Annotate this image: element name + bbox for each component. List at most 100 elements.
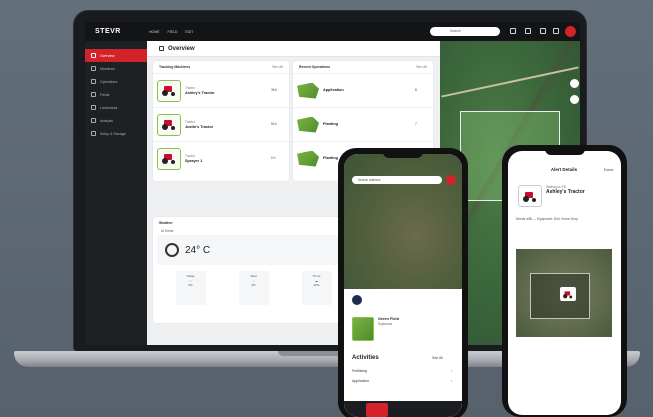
operation-name: Planting — [323, 122, 338, 127]
forecast-info: 0% — [188, 283, 193, 287]
nav-field[interactable]: FIELD — [168, 30, 178, 34]
alert-machine: Waiting on Fill Ashley's Tractor — [546, 185, 585, 194]
phone-notch — [545, 149, 585, 155]
bell-icon[interactable] — [525, 28, 531, 34]
search-input[interactable]: Search address — [352, 176, 442, 184]
forecast-info: 0% — [251, 283, 256, 287]
forecast-day: Thurs ☁ 30% — [301, 271, 332, 305]
field-shape-icon — [297, 150, 319, 167]
menu-icon[interactable] — [159, 46, 164, 51]
machine-name: Justin's Tractor — [185, 124, 214, 129]
operation-info: Planting — [323, 122, 411, 127]
forecast-day: Today ☼ 0% — [175, 271, 206, 305]
machine-value: 36 h — [271, 88, 278, 93]
alert-map[interactable] — [516, 249, 612, 337]
tractor-icon — [157, 113, 181, 136]
top-bar: STEVR HOME FIELD EDIT Search — [85, 22, 580, 41]
operation-value: 8 — [415, 88, 417, 93]
forecast-info: 30% — [313, 283, 320, 287]
activity-row[interactable]: Fertilizing › — [352, 369, 452, 373]
activity-row[interactable]: Application › — [352, 379, 452, 383]
sidebar-item-landmarks[interactable]: Landmarks — [85, 101, 147, 114]
locate-icon[interactable] — [570, 95, 579, 104]
alert-info: Needs refill — Equipment: Drill, Home Sh… — [516, 217, 579, 221]
activities-heading: Activities — [352, 355, 379, 361]
avatar[interactable] — [352, 295, 362, 305]
tab-bar — [344, 401, 462, 417]
tab-home-active[interactable] — [366, 403, 388, 417]
top-nav: HOME FIELD EDIT — [149, 30, 193, 34]
temperature: 24° C — [185, 244, 211, 256]
operation-name: Application — [323, 88, 344, 93]
machine-value: 54 h — [271, 122, 278, 127]
map-road — [441, 66, 579, 98]
panel-header: Recent Operations See All — [293, 61, 433, 73]
chevron-right-icon: › — [450, 379, 452, 383]
record-button[interactable] — [446, 175, 456, 185]
layers-icon[interactable] — [570, 79, 579, 88]
operation-value: 7 — [415, 122, 417, 127]
machine-type: Tractor — [185, 86, 195, 90]
settings-icon[interactable] — [553, 28, 559, 34]
machine-row[interactable]: Tractor Justin's Tractor 54 h — [153, 107, 289, 141]
machine-row[interactable]: Tractor Ashley's Tractor 36 h — [153, 73, 289, 107]
machine-info: Tractor Ashley's Tractor — [185, 86, 267, 95]
tractor-icon — [157, 147, 181, 170]
forecast-day: Wed ☼ 0% — [238, 271, 269, 305]
sidebar-item-operations[interactable]: Operations — [85, 75, 147, 88]
chart-icon — [91, 118, 96, 123]
sidebar-label: Operations — [100, 79, 118, 84]
sidebar-item-analysis[interactable]: Analysis — [85, 114, 147, 127]
chevron-right-icon: › — [450, 369, 452, 373]
field-shape-icon — [297, 82, 319, 99]
sidebar-label: Setup & Storage — [100, 131, 126, 136]
machine-marker[interactable] — [560, 287, 576, 301]
search-input[interactable]: Search — [430, 27, 500, 36]
activity-label: Application — [352, 379, 370, 383]
machine-info: Tractor Justin's Tractor — [185, 120, 267, 129]
nav-home[interactable]: HOME — [149, 30, 160, 34]
gear-icon — [91, 131, 96, 136]
nav-edit[interactable]: EDIT — [185, 30, 193, 34]
tractor-icon — [157, 79, 181, 102]
sidebar-item-overview[interactable]: Overview — [85, 49, 147, 62]
see-all-link[interactable]: See All — [272, 65, 283, 69]
page-title: Overview — [168, 45, 195, 52]
sun-icon — [165, 243, 179, 257]
sidebar-label: Overview — [100, 53, 115, 58]
sidebar-item-fields[interactable]: Fields — [85, 88, 147, 101]
app-logo[interactable]: STEVR — [95, 28, 135, 35]
field-crop: Soybeans — [378, 321, 393, 326]
panel-title: Tracking Machines — [159, 65, 191, 69]
done-button[interactable]: Done — [604, 167, 614, 172]
machine-name: Ashley's Tractor — [546, 188, 585, 195]
sidebar-label: Landmarks — [100, 105, 118, 110]
machine-type: Tractor — [185, 120, 195, 124]
home-icon — [91, 53, 96, 58]
sidebar: Overview Machines Operations Fields Land… — [85, 41, 147, 345]
operations-icon — [91, 79, 96, 84]
help-icon[interactable] — [540, 28, 546, 34]
field-thumbnail — [352, 317, 374, 341]
tracking-machines-panel: Tracking Machines See All Tractor Ashley'… — [153, 61, 289, 181]
field-sheet: Green Field Soybeans Activities See All … — [344, 289, 462, 417]
see-all-link[interactable]: See All — [432, 356, 443, 360]
forecast-day-label: Wed — [250, 274, 257, 278]
machine-info: Tractor Sprayer 1 — [185, 154, 267, 163]
sidebar-item-machines[interactable]: Machines — [85, 62, 147, 75]
phone-right-screen: Alert Details Done Waiting on Fill Ashle… — [508, 151, 621, 415]
phone-left-screen: Search address Green Field Soybeans Acti… — [344, 154, 462, 417]
see-all-link[interactable]: See All — [416, 65, 427, 69]
avatar[interactable] — [565, 26, 576, 37]
machine-row[interactable]: Tractor Sprayer 1 0 h — [153, 141, 289, 175]
panel-header: Tracking Machines See All — [153, 61, 289, 73]
operation-row[interactable]: Application 8 — [293, 73, 433, 107]
operation-row[interactable]: Planting 7 — [293, 107, 433, 141]
field-info: Green Field Soybeans — [378, 317, 399, 326]
grid-icon[interactable] — [510, 28, 516, 34]
machine-value: 0 h — [271, 156, 276, 161]
sidebar-label: Analysis — [100, 118, 114, 123]
machine-type: Tractor — [185, 154, 195, 158]
phone-map[interactable] — [344, 154, 462, 289]
sidebar-item-setup[interactable]: Setup & Storage — [85, 127, 147, 140]
